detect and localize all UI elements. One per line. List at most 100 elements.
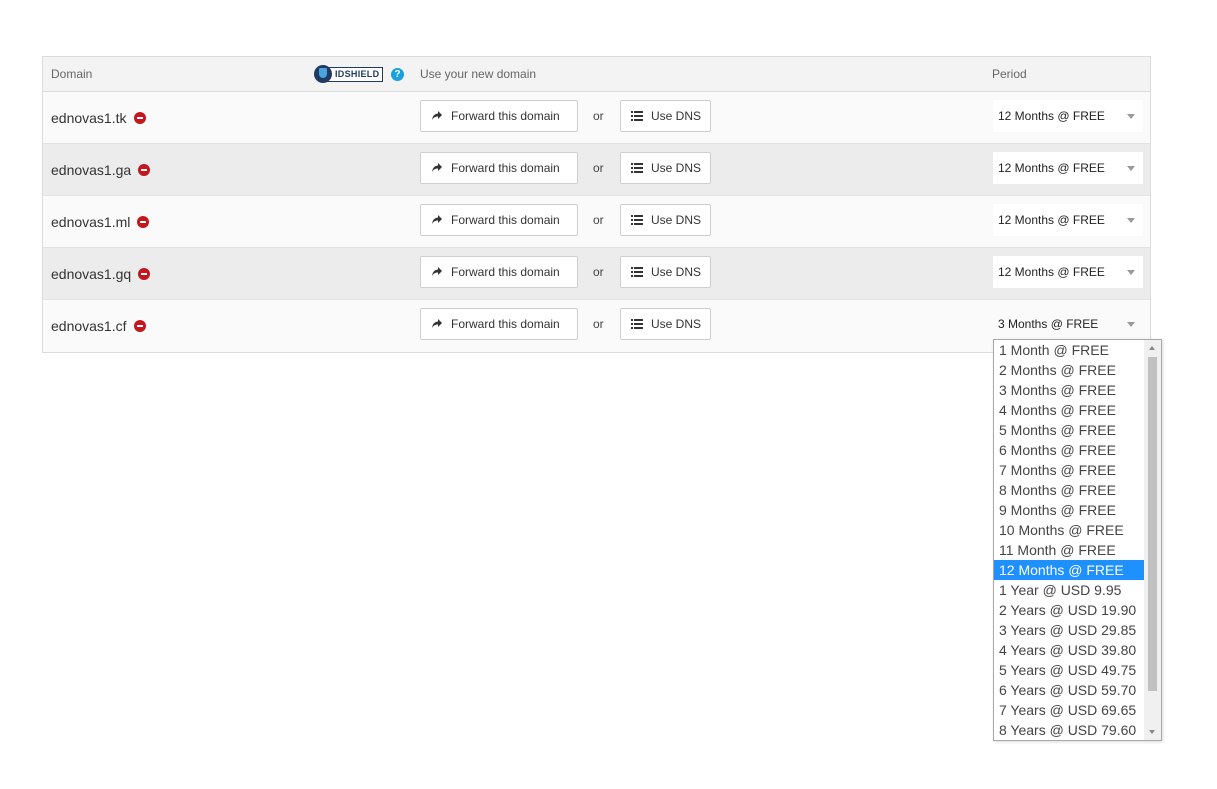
use-column-header: Use your new domain: [420, 67, 537, 81]
list-icon: [631, 110, 643, 122]
period-value: 12 Months @ FREE: [998, 109, 1105, 123]
list-icon: [631, 214, 643, 226]
list-icon: [631, 266, 643, 278]
remove-icon[interactable]: [133, 112, 146, 124]
share-arrow-icon: [431, 214, 443, 226]
period-select[interactable]: 12 Months @ FREE: [993, 100, 1143, 132]
remove-icon[interactable]: [138, 268, 151, 280]
forward-domain-button[interactable]: Forward this domain: [420, 308, 578, 340]
idshield-logo-text: IDSHIELD: [326, 66, 384, 82]
dropdown-option[interactable]: 3 Months @ FREE: [994, 380, 1144, 400]
dns-button-label: Use DNS: [651, 317, 702, 331]
chevron-down-icon: [1127, 114, 1135, 119]
domain-label: ednovas1.ml: [51, 214, 131, 230]
use-dns-button[interactable]: Use DNS: [620, 256, 711, 288]
dropdown-option[interactable]: 6 Months @ FREE: [994, 440, 1144, 460]
or-separator: or: [593, 109, 604, 123]
chevron-down-icon: [1127, 322, 1135, 327]
dropdown-scrollbar[interactable]: [1144, 340, 1161, 740]
domain-label: ednovas1.tk: [51, 110, 127, 126]
dns-button-label: Use DNS: [651, 265, 702, 279]
list-icon: [631, 162, 643, 174]
share-arrow-icon: [431, 266, 443, 278]
forward-button-label: Forward this domain: [451, 161, 560, 175]
table-header: Domain IDSHIELD ? Use your new domain Pe…: [43, 57, 1150, 92]
dropdown-option[interactable]: 2 Years @ USD 19.90: [994, 600, 1144, 620]
dropdown-option[interactable]: 8 Years @ USD 79.60: [994, 720, 1144, 740]
dropdown-option[interactable]: 5 Months @ FREE: [994, 420, 1144, 440]
chevron-down-icon: [1127, 270, 1135, 275]
domain-name: ednovas1.tk: [51, 110, 146, 126]
idshield-shield-icon: [314, 65, 332, 83]
dropdown-option[interactable]: 4 Months @ FREE: [994, 400, 1144, 420]
domain-name: ednovas1.ga: [51, 162, 151, 178]
domain-label: ednovas1.cf: [51, 318, 127, 334]
dropdown-option[interactable]: 8 Months @ FREE: [994, 480, 1144, 500]
idshield-logo: IDSHIELD: [314, 64, 384, 84]
dropdown-option[interactable]: 1 Year @ USD 9.95: [994, 580, 1144, 600]
remove-icon[interactable]: [133, 320, 146, 332]
forward-domain-button[interactable]: Forward this domain: [420, 152, 578, 184]
dns-button-label: Use DNS: [651, 213, 702, 227]
dns-button-label: Use DNS: [651, 161, 702, 175]
dropdown-option[interactable]: 4 Years @ USD 39.80: [994, 640, 1144, 660]
period-value: 12 Months @ FREE: [998, 265, 1105, 279]
period-select[interactable]: 12 Months @ FREE: [993, 256, 1143, 288]
forward-button-label: Forward this domain: [451, 265, 560, 279]
or-separator: or: [593, 161, 604, 175]
chevron-down-icon: [1127, 166, 1135, 171]
period-dropdown-list[interactable]: 1 Month @ FREE 2 Months @ FREE 3 Months @ …: [993, 339, 1162, 741]
period-column-header: Period: [992, 67, 1027, 81]
table-row: ednovas1.ga Forward this domain or Use D…: [43, 144, 1150, 196]
domain-table: Domain IDSHIELD ? Use your new domain Pe…: [42, 56, 1151, 353]
period-select[interactable]: 3 Months @ FREE: [993, 308, 1143, 340]
forward-button-label: Forward this domain: [451, 213, 560, 227]
or-separator: or: [593, 213, 604, 227]
dropdown-option[interactable]: 5 Years @ USD 49.75: [994, 660, 1144, 680]
dropdown-option[interactable]: 11 Month @ FREE: [994, 540, 1144, 560]
table-row: ednovas1.cf Forward this domain or Use D…: [43, 300, 1150, 352]
domain-name: ednovas1.cf: [51, 318, 146, 334]
or-separator: or: [593, 317, 604, 331]
forward-domain-button[interactable]: Forward this domain: [420, 256, 578, 288]
dropdown-option[interactable]: 7 Years @ USD 69.65: [994, 700, 1144, 720]
dropdown-option[interactable]: 6 Years @ USD 59.70: [994, 680, 1144, 700]
dropdown-option[interactable]: 7 Months @ FREE: [994, 460, 1144, 480]
use-dns-button[interactable]: Use DNS: [620, 100, 711, 132]
domain-column-header: Domain: [51, 67, 93, 81]
forward-domain-button[interactable]: Forward this domain: [420, 100, 578, 132]
dropdown-option[interactable]: 3 Years @ USD 29.85: [994, 620, 1144, 640]
scrollbar-thumb[interactable]: [1148, 357, 1157, 691]
or-separator: or: [593, 265, 604, 279]
domain-name: ednovas1.gq: [51, 266, 151, 282]
table-row: ednovas1.tk Forward this domain or Use D…: [43, 92, 1150, 144]
share-arrow-icon: [431, 110, 443, 122]
domain-label: ednovas1.gq: [51, 266, 132, 282]
scroll-up-icon[interactable]: [1149, 346, 1155, 350]
period-value: 12 Months @ FREE: [998, 213, 1105, 227]
period-select[interactable]: 12 Months @ FREE: [993, 204, 1143, 236]
domain-label: ednovas1.ga: [51, 162, 132, 178]
dns-button-label: Use DNS: [651, 109, 702, 123]
dropdown-option[interactable]: 2 Months @ FREE: [994, 360, 1144, 380]
use-dns-button[interactable]: Use DNS: [620, 152, 711, 184]
forward-button-label: Forward this domain: [451, 317, 560, 331]
share-arrow-icon: [431, 318, 443, 330]
period-value: 12 Months @ FREE: [998, 161, 1105, 175]
forward-domain-button[interactable]: Forward this domain: [420, 204, 578, 236]
period-value: 3 Months @ FREE: [998, 317, 1099, 331]
use-dns-button[interactable]: Use DNS: [620, 308, 711, 340]
chevron-down-icon: [1127, 218, 1135, 223]
dropdown-option[interactable]: 9 Months @ FREE: [994, 500, 1144, 520]
dropdown-option[interactable]: 12 Months @ FREE: [994, 560, 1144, 580]
scroll-down-icon[interactable]: [1149, 730, 1155, 734]
dropdown-option[interactable]: 1 Month @ FREE: [994, 340, 1144, 360]
remove-icon[interactable]: [138, 164, 151, 176]
table-row: ednovas1.gq Forward this domain or Use D…: [43, 248, 1150, 300]
help-icon[interactable]: ?: [391, 68, 404, 81]
use-dns-button[interactable]: Use DNS: [620, 204, 711, 236]
dropdown-option[interactable]: 10 Months @ FREE: [994, 520, 1144, 540]
table-row: ednovas1.ml Forward this domain or Use D…: [43, 196, 1150, 248]
remove-icon[interactable]: [137, 216, 150, 228]
period-select[interactable]: 12 Months @ FREE: [993, 152, 1143, 184]
